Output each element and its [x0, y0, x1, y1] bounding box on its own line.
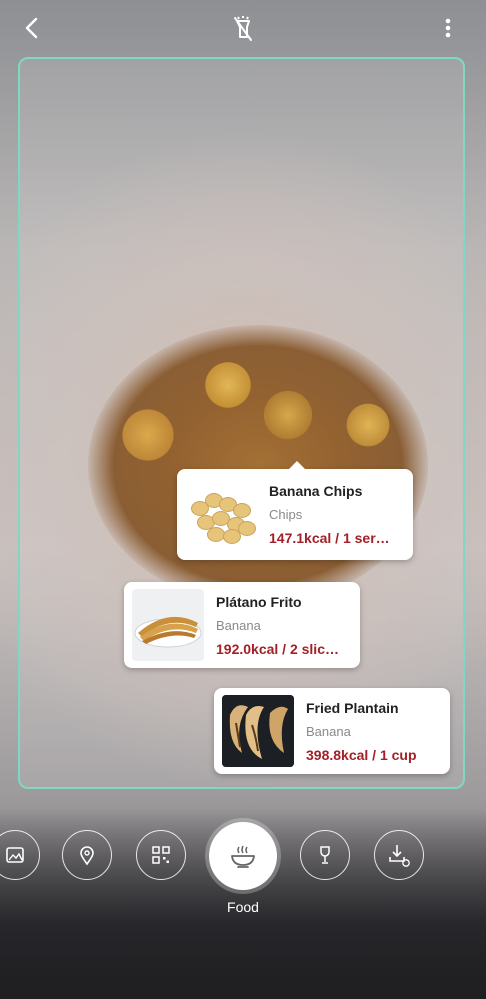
mode-download-button[interactable]	[374, 830, 424, 880]
result-calories: 192.0kcal / 2 slic…	[216, 640, 339, 657]
mode-food-button[interactable]	[209, 822, 277, 890]
result-category: Banana	[306, 723, 351, 739]
back-button[interactable]	[18, 14, 46, 42]
fried-banana-photo	[132, 589, 204, 661]
mode-qr-button[interactable]	[136, 830, 186, 880]
chevron-left-icon	[25, 17, 38, 39]
more-vertical-icon	[445, 18, 451, 38]
flash-off-icon	[234, 16, 252, 41]
result-calories: 398.8kcal / 1 cup	[306, 746, 417, 763]
flash-toggle-button[interactable]	[228, 14, 258, 44]
top-bar	[0, 0, 486, 56]
result-name: Plátano Frito	[216, 593, 302, 610]
mode-gallery-button[interactable]	[0, 830, 40, 880]
gallery-icon	[6, 847, 24, 863]
fried-plantain-photo	[222, 695, 294, 767]
active-mode-label: Food	[227, 899, 259, 915]
banana-chips-photo	[185, 478, 257, 551]
result-name: Banana Chips	[269, 483, 363, 499]
food-bowl-icon	[231, 845, 255, 868]
result-name: Fried Plantain	[306, 699, 399, 716]
result-category: Banana	[216, 617, 261, 633]
more-options-button[interactable]	[436, 14, 460, 42]
result-category: Chips	[269, 507, 303, 522]
scan-frame	[18, 57, 465, 789]
download-icon	[389, 845, 410, 867]
result-card-fried-plantain[interactable]: Fried Plantain Banana 398.8kcal / 1 cup	[214, 688, 450, 774]
location-icon	[80, 846, 94, 866]
mode-wine-button[interactable]	[300, 830, 350, 880]
qr-code-icon	[152, 846, 170, 864]
wine-icon	[320, 846, 330, 864]
mode-selector: Food	[0, 815, 486, 925]
result-card-banana-chips[interactable]: Banana Chips Chips 147.1kcal / 1 ser…	[177, 461, 413, 560]
mode-location-button[interactable]	[62, 830, 112, 880]
result-card-platano-frito[interactable]: Plátano Frito Banana 192.0kcal / 2 slic…	[124, 582, 360, 668]
result-calories: 147.1kcal / 1 ser…	[269, 530, 390, 546]
